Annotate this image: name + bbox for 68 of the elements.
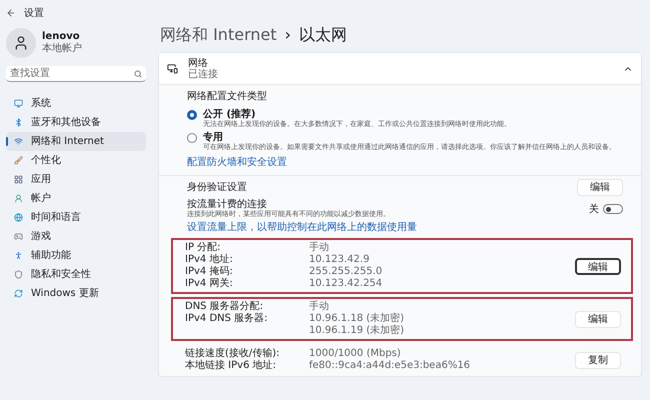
field-value: 10.96.1.18 (未加密) [309, 313, 404, 324]
brush-icon [14, 156, 23, 165]
sidebar-item[interactable]: 辅助功能 [6, 246, 146, 265]
field-label: 链接速度(接收/传输): [185, 348, 281, 360]
card-title: 网络 [188, 58, 208, 68]
window-title: 设置 [24, 6, 44, 20]
firewall-link[interactable]: 配置防火墙和安全设置 [187, 157, 633, 169]
radio-button[interactable] [187, 110, 197, 120]
field-value: 1000/1000 (Mbps) [309, 348, 401, 360]
edit-button[interactable]: 编辑 [575, 258, 621, 274]
sidebar-item[interactable]: 游戏 [6, 227, 146, 246]
field-value: 手动 [309, 301, 329, 313]
metered-label: 按流量计费的连接 [187, 199, 268, 210]
radio-label: 公开 (推荐) [203, 109, 257, 120]
card-status: 已连接 [188, 68, 219, 80]
globe-icon [14, 213, 23, 222]
sidebar-item[interactable]: 蓝牙和其他设备 [6, 113, 146, 132]
sidebar-item[interactable]: 网络和 Internet [6, 132, 146, 151]
field-value: 手动 [309, 242, 329, 254]
back-icon[interactable] [6, 8, 16, 18]
field-label: IPv4 DNS 服务器: [185, 313, 269, 325]
search-icon [134, 70, 142, 78]
search-field[interactable]: 查找设置 [6, 66, 146, 82]
avatar [6, 28, 36, 58]
sidebar-item[interactable]: 系统 [6, 94, 146, 113]
radio-label: 专用 [203, 132, 224, 143]
sidebar-item[interactable]: 个性化 [6, 151, 146, 170]
field-label: IPv4 网关: [185, 278, 234, 290]
apps-icon [14, 175, 23, 184]
toggle-state: 关 [589, 202, 599, 216]
sidebar-item[interactable]: 隐私和安全性 [6, 265, 146, 284]
section-heading: 网络配置文件类型 [187, 91, 268, 103]
field-label: DNS 服务器分配: [185, 301, 264, 313]
sidebar-item[interactable]: 帐户 [6, 189, 146, 208]
auth-label: 身份验证设置 [187, 180, 248, 195]
field-value: 10.123.42.254 [309, 278, 382, 290]
data-limit-link[interactable]: 设置流量上限，以帮助控制在此网络上的数据使用量 [159, 222, 641, 234]
sidebar-item[interactable]: 应用 [6, 170, 146, 189]
field-value: 10.123.42.9 [309, 254, 370, 266]
sidebar-item[interactable]: 时间和语言 [6, 208, 146, 227]
refresh-icon [14, 289, 23, 298]
field-label: IPv4 掩码: [185, 266, 234, 278]
radio-button[interactable] [187, 133, 197, 143]
account-type: 本地帐户 [42, 43, 82, 55]
page-title[interactable]: 网络和 Internet [160, 23, 277, 47]
monitor-icon [14, 99, 23, 108]
field-label: IP 分配: [185, 242, 222, 254]
card-header[interactable]: 网络 已连接 [159, 53, 641, 85]
sidebar-item[interactable]: Windows 更新 [6, 284, 146, 303]
field-label: 本地链接 IPv6 地址: [185, 360, 277, 372]
user-name: lenovo [42, 31, 81, 42]
shield-icon [14, 270, 23, 279]
field-value: fe80::9ca4:a44d:e5e3:bea6%16 [309, 360, 470, 372]
breadcrumb-separator: › [284, 24, 292, 46]
wifi-icon [14, 137, 23, 146]
bluetooth-icon [14, 118, 23, 127]
page-title: 以太网 [299, 24, 348, 46]
toggle-switch[interactable] [603, 204, 623, 214]
edit-button[interactable]: 编辑 [575, 310, 621, 328]
field-label: IPv4 地址: [185, 254, 234, 266]
field-value: 255.255.255.0 [309, 266, 382, 278]
edit-button[interactable]: 编辑 [577, 179, 623, 196]
edit-button[interactable]: 复制 [575, 352, 621, 368]
gamepad-icon [14, 232, 23, 241]
person-icon [14, 251, 23, 260]
network-icon [167, 63, 178, 74]
person-icon [14, 194, 23, 203]
field-value: 10.96.1.19 (未加密) [309, 325, 404, 337]
